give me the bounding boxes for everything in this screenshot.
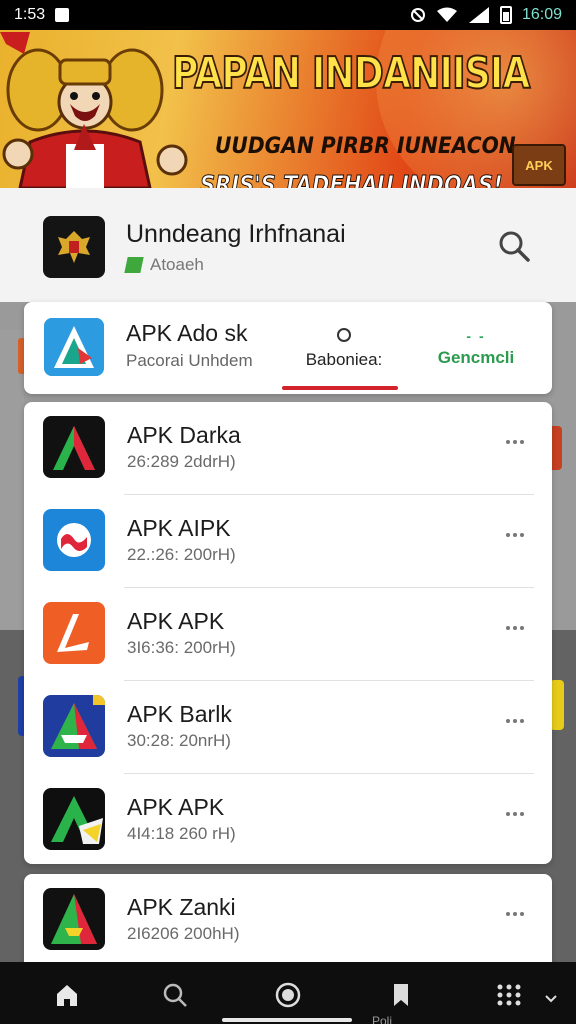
app-list-continued: APK Zanki 2I6206 200hH) [24, 874, 552, 974]
apk-green-black-a-icon [43, 788, 105, 850]
signal-icon [468, 7, 489, 23]
more-options-icon[interactable] [500, 525, 530, 545]
app-list: APK Darka 26:289 2ddrH) APK AIPK 22.:26:… [24, 402, 552, 864]
nav-search[interactable] [160, 980, 190, 1010]
tab-active-indicator [282, 386, 398, 390]
nav-label-peek: Poli [372, 1014, 393, 1024]
featured-app-card[interactable]: APK Ado sk Pacorai Unhdem Baboniea: - - … [24, 302, 552, 394]
tab-secondary[interactable]: - - Gencmcli [426, 328, 526, 378]
tab-active[interactable]: Baboniea: [282, 324, 406, 390]
search-button[interactable] [492, 224, 536, 268]
nav-apps[interactable] [494, 980, 524, 1010]
home-indicator [222, 1018, 352, 1022]
banner-title: PAPAN INDANIISIA [171, 47, 531, 100]
more-options-icon[interactable] [500, 804, 530, 824]
list-item[interactable]: APK Barlk 30:28: 20nrH) [24, 681, 552, 774]
app-date: 22.:26: 200rH) [127, 545, 236, 564]
apk-a-green-red-icon [43, 888, 105, 950]
app-sub-label: Atoaeh [124, 255, 204, 275]
status-time-left: 1:53 [14, 6, 46, 23]
status-bar: 1:53 16:09 [0, 0, 576, 30]
bookmark-icon [394, 984, 408, 1006]
app-name: APK Darka [127, 422, 241, 448]
chevron-down-icon [545, 995, 557, 1003]
more-options-icon[interactable] [500, 432, 530, 452]
list-item[interactable]: APK AIPK 22.:26: 200rH) [24, 495, 552, 588]
wifi-icon [436, 7, 457, 22]
more-options-icon[interactable] [500, 711, 530, 731]
app-date: 30:28: 20nrH) [127, 731, 231, 750]
more-options-icon[interactable] [500, 618, 530, 638]
leaf-icon [124, 257, 144, 273]
background-strip [0, 330, 24, 630]
battery-icon [499, 6, 512, 24]
featured-app-name: APK Ado sk [126, 320, 248, 346]
dnd-icon [410, 8, 425, 22]
nav-bookmark[interactable] [386, 980, 416, 1010]
banner-subtitle-2: SRIS'S TADEHAU INDOAS! [200, 170, 504, 189]
app-name: APK Zanki [127, 894, 236, 920]
apk-a-red-green-icon [43, 416, 105, 478]
nav-expand[interactable] [536, 984, 566, 1014]
app-name: APK AIPK [127, 515, 231, 541]
app-date: 26:289 2ddrH) [127, 452, 236, 471]
garuda-mascot-illustration [0, 32, 188, 188]
circle-icon [275, 982, 301, 1008]
garuda-emblem-icon [58, 231, 90, 263]
background-card-peek [550, 680, 564, 730]
apk-blue-loop-icon [43, 509, 105, 571]
list-item[interactable]: APK Darka 26:289 2ddrH) [24, 402, 552, 495]
tab-active-label: Baboniea: [305, 350, 383, 369]
bottom-navigation [0, 962, 576, 1024]
apk-orange-arrow-icon [43, 602, 105, 664]
search-icon [499, 231, 530, 262]
nav-home[interactable] [52, 980, 82, 1010]
app-date: 4I4:18 260 rH) [127, 824, 236, 843]
apk-blue-green-triangle-icon [43, 695, 105, 757]
banner-apk-badge: APK [512, 144, 566, 186]
clock-icon [337, 328, 351, 342]
app-name: APK APK [127, 608, 225, 634]
app-name: APK Barlk [127, 701, 232, 727]
app-name: Unndeang Irhfnanai [126, 220, 346, 248]
featured-app-subtitle: Pacorai Unhdem [126, 351, 253, 370]
featured-app-icon [44, 318, 104, 376]
list-item[interactable]: APK APK 3I6:36: 200rH) [24, 588, 552, 681]
promo-banner[interactable]: PAPAN INDANIISIA UUDGAN PIRBR IUNEACON S… [0, 30, 576, 188]
tab-secondary-label: Gencmcli [437, 348, 515, 367]
notification-icon [55, 8, 70, 22]
more-options-icon[interactable] [500, 904, 530, 924]
list-item[interactable]: APK APK 4I4:18 260 rH) [24, 774, 552, 867]
list-item[interactable]: APK Zanki 2I6206 200hH) [24, 874, 552, 967]
status-time-right: 16:09 [521, 6, 562, 23]
apps-icon [497, 984, 521, 1006]
app-sub-text: Atoaeh [150, 255, 204, 274]
app-name: APK APK [127, 794, 225, 820]
app-date: 2I6206 200hH) [127, 924, 240, 943]
app-logo [43, 216, 105, 278]
nav-center[interactable] [273, 980, 303, 1010]
dash-icon: - - [466, 328, 486, 344]
app-date: 3I6:36: 200rH) [127, 638, 236, 657]
banner-subtitle-1: UUDGAN PIRBR IUNEACON [215, 134, 516, 159]
home-icon [57, 985, 77, 1006]
search-icon [163, 983, 187, 1007]
